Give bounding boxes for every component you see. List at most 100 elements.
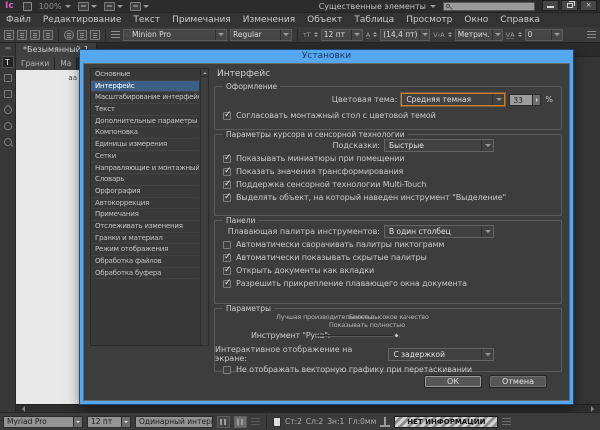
toolbar-menu-icon[interactable] xyxy=(587,31,596,38)
cancel-button[interactable]: Отмена xyxy=(489,375,547,388)
match-pasteboard-checkbox[interactable]: Согласовать монтажный стол с цветовой те… xyxy=(215,109,561,122)
brightness-field[interactable]: 33 xyxy=(509,94,541,106)
nav-item-clipboard-handling[interactable]: Обработка буфера xyxy=(91,268,199,280)
screen-mode-dropdown[interactable] xyxy=(104,2,123,11)
nav-item-galley-story[interactable]: Гранки и материал xyxy=(91,233,199,245)
nav-item-ui-scaling[interactable]: Масштабирование интерфейса пользова... xyxy=(91,92,199,104)
eyedropper-tool[interactable] xyxy=(2,104,14,116)
enable-docking-checkbox[interactable]: Разрешить прикрепление плавающего окна д… xyxy=(215,277,561,290)
hand-tool-slider[interactable] xyxy=(316,335,400,337)
menu-window[interactable]: Окно xyxy=(464,15,488,25)
menu-edit[interactable]: Редактирование xyxy=(43,15,122,25)
nav-item-display-performance[interactable]: Режим отображения xyxy=(91,244,199,256)
search-tool-icon[interactable] xyxy=(64,30,74,40)
auto-show-panels-checkbox[interactable]: Автоматически показывать скрытые палитры xyxy=(215,251,561,264)
menu-help[interactable]: Справка xyxy=(500,15,540,25)
live-screen-select[interactable]: С задержкой xyxy=(388,348,494,361)
color-theme-select[interactable]: Средняя темная xyxy=(401,93,505,106)
panel-options-icon[interactable] xyxy=(111,31,120,38)
save-icon[interactable] xyxy=(30,30,40,40)
multitouch-checkbox[interactable]: Поддержка сенсорной технологии Multi-Tou… xyxy=(215,178,561,191)
nav-item-notes[interactable]: Примечания xyxy=(91,209,199,221)
slider-thumb[interactable] xyxy=(393,332,400,339)
font-family-select[interactable]: Minion Pro xyxy=(123,29,227,41)
zoom-tool[interactable] xyxy=(2,136,14,148)
type-tool[interactable]: T xyxy=(2,56,14,68)
tracking-stepper[interactable] xyxy=(518,30,522,39)
options-group: Параметры Лучшая производительность Боле… xyxy=(214,308,562,372)
menu-type[interactable]: Текст xyxy=(133,15,160,25)
tooltips-select[interactable]: Быстрые xyxy=(384,139,494,152)
ok-button[interactable]: ОК xyxy=(424,375,482,388)
position-tool[interactable] xyxy=(2,72,14,84)
tracking-field[interactable]: 0 xyxy=(525,29,563,41)
menu-notes[interactable]: Примечания xyxy=(172,15,231,25)
minimize-button[interactable] xyxy=(542,0,559,11)
search-input[interactable] xyxy=(443,2,535,11)
font-size-stepper[interactable] xyxy=(314,30,318,39)
statusbar-size-select[interactable]: 12 пт xyxy=(87,416,131,428)
statusbar-font-select[interactable]: Myriad Pro xyxy=(3,416,83,428)
zoom-level-dropdown[interactable]: 100% xyxy=(39,2,71,11)
toolbox-select[interactable]: В один столбец xyxy=(384,225,494,238)
tab-galley[interactable]: Гранки xyxy=(16,57,55,70)
statusbar-options-icon[interactable] xyxy=(251,418,260,425)
nav-item-advanced-type[interactable]: Дополнительные параметры текста xyxy=(91,116,199,128)
tab-story[interactable]: Ма xyxy=(55,57,77,70)
new-document-icon[interactable] xyxy=(4,30,14,40)
note-tool[interactable] xyxy=(2,88,14,100)
spellcheck-icon[interactable] xyxy=(77,30,87,40)
font-style-select[interactable]: Regular xyxy=(230,29,292,41)
story-lines-icon[interactable] xyxy=(234,416,247,428)
multitouch-label: Поддержка сенсорной технологии Multi-Tou… xyxy=(236,180,426,189)
brightness-slider-icon[interactable] xyxy=(532,94,541,106)
nav-item-general[interactable]: Основные xyxy=(91,69,199,81)
hand-tool[interactable] xyxy=(2,120,14,132)
nav-item-composition[interactable]: Компоновка xyxy=(91,127,199,139)
leading-field[interactable]: (14,4 пт) xyxy=(380,29,430,41)
print-icon[interactable] xyxy=(43,30,53,40)
menu-object[interactable]: Объект xyxy=(307,15,342,25)
collapse-panel-icon[interactable]: »» xyxy=(0,43,15,52)
nav-item-file-handling[interactable]: Обработка файлов xyxy=(91,256,199,268)
menu-changes[interactable]: Изменения xyxy=(243,15,295,25)
auto-collapse-checkbox[interactable]: Автоматически сворачивать палитры пиктог… xyxy=(215,238,561,251)
scroll-up-icon[interactable] xyxy=(201,69,208,77)
workspace-switcher[interactable]: Существенные элементы xyxy=(319,2,436,11)
show-thumbnails-label: Показывать миниатюры при помещении xyxy=(236,154,404,163)
nav-item-interface[interactable]: Интерфейс xyxy=(91,81,199,93)
restore-button[interactable] xyxy=(561,0,578,11)
nav-item-track-changes[interactable]: Отслеживать изменения xyxy=(91,221,199,233)
nav-item-guides-pasteboard[interactable]: Направляющие и монтажный стол xyxy=(91,163,199,175)
kerning-field[interactable]: Метрич. xyxy=(455,29,503,41)
open-folder-icon[interactable] xyxy=(17,30,27,40)
menu-table[interactable]: Таблица xyxy=(354,15,394,25)
statusbar-menu-icon[interactable] xyxy=(502,418,511,425)
open-as-tabs-checkbox[interactable]: Открыть документы как вкладки xyxy=(215,264,561,277)
menu-view[interactable]: Просмотр xyxy=(406,15,452,25)
view-options-dropdown[interactable] xyxy=(78,2,97,11)
nav-item-type[interactable]: Текст xyxy=(91,104,199,116)
nav-item-autocorrect[interactable]: Автокоррекция xyxy=(91,198,199,210)
show-thumbnails-checkbox[interactable]: Показывать миниатюры при помещении xyxy=(215,152,561,165)
statusbar-spacing-select[interactable]: Одинарный интервал xyxy=(135,416,213,428)
nav-item-grids[interactable]: Сетки xyxy=(91,151,199,163)
leading-stepper[interactable] xyxy=(373,30,377,39)
note-icon[interactable] xyxy=(90,30,100,40)
dialog-title[interactable]: Установки xyxy=(80,50,573,63)
nav-item-units[interactable]: Единицы измерения xyxy=(91,139,199,151)
font-size-field[interactable]: 12 пт xyxy=(321,29,363,41)
show-transform-values-checkbox[interactable]: Показать значения трансформирования xyxy=(215,165,561,178)
nav-item-dictionary[interactable]: Словарь xyxy=(91,174,199,186)
nav-scrollbar[interactable] xyxy=(200,69,208,345)
close-button[interactable]: × xyxy=(580,0,597,11)
arrange-documents-dropdown[interactable] xyxy=(130,2,149,11)
document-page[interactable]: аа xyxy=(16,70,80,404)
app-badge-icon[interactable] xyxy=(23,2,32,11)
highlight-object-checkbox[interactable]: Выделять объект, на который наведен инст… xyxy=(215,191,561,204)
nav-item-spelling[interactable]: Орфография xyxy=(91,186,199,198)
kerning-stepper[interactable] xyxy=(448,30,452,39)
menu-file[interactable]: Файл xyxy=(6,15,31,25)
galley-columns-icon[interactable] xyxy=(217,416,230,428)
horizontal-scrollbar[interactable] xyxy=(16,404,600,412)
